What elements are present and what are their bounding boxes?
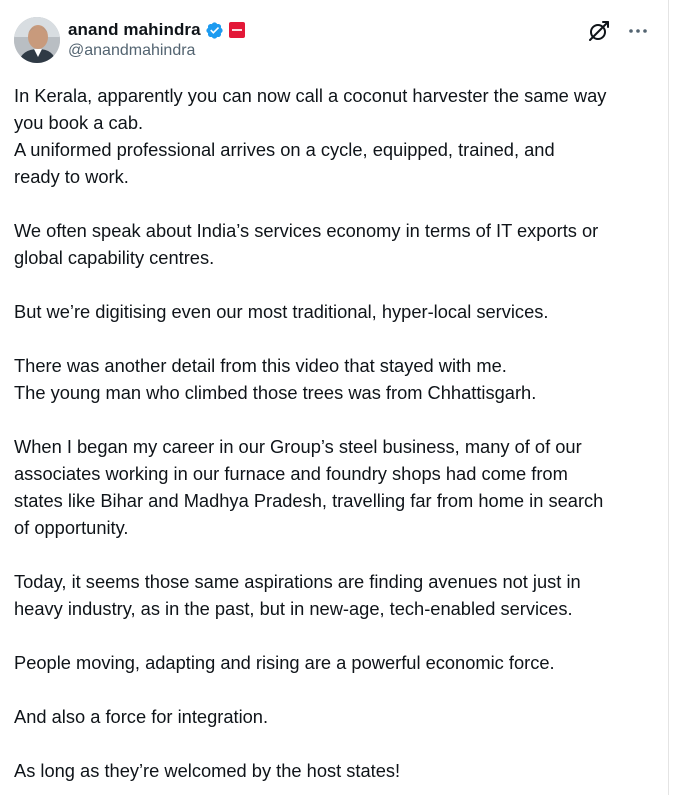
text-line: The young man who climbed those trees wa… [14, 382, 537, 403]
text-line: associates working in our furnace and fo… [14, 463, 568, 484]
paragraph: Today, it seems those same aspirations a… [14, 568, 662, 622]
post-header: anand mahindra @anandmahindra [14, 17, 659, 65]
text-line: A uniformed professional arrives on a cy… [14, 139, 555, 160]
text-line: When I began my career in our Group’s st… [14, 436, 582, 457]
text-line: In Kerala, apparently you can now call a… [14, 85, 607, 106]
paragraph: As long as they’re welcomed by the host … [14, 757, 662, 784]
paragraph: We often speak about India’s services ec… [14, 217, 662, 271]
paragraph: There was another detail from this video… [14, 352, 662, 406]
text-line: states like Bihar and Madhya Pradesh, tr… [14, 490, 604, 511]
avatar-image [14, 17, 60, 63]
text-line: ready to work. [14, 166, 129, 187]
text-line: heavy industry, as in the past, but in n… [14, 598, 573, 619]
text-line: of opportunity. [14, 517, 129, 538]
text-line: you book a cab. [14, 112, 144, 133]
paragraph: When I began my career in our Group’s st… [14, 433, 662, 541]
post-card: anand mahindra @anandmahindra In Kerala,… [0, 0, 669, 795]
text-line: Today, it seems those same aspirations a… [14, 571, 581, 592]
affiliate-badge-icon[interactable] [228, 22, 245, 38]
paragraph: And also a force for integration. [14, 703, 662, 730]
paragraph: People moving, adapting and rising are a… [14, 649, 662, 676]
text-line: global capability centres. [14, 247, 215, 268]
author-display-name[interactable]: anand mahindra [68, 20, 201, 40]
header-actions [587, 19, 649, 43]
text-line: We often speak about India’s services ec… [14, 220, 599, 241]
text-line: But we’re digitising even our most tradi… [14, 301, 549, 322]
name-row: anand mahindra [68, 19, 245, 41]
text-line: And also a force for integration. [14, 706, 269, 727]
grok-icon[interactable] [587, 19, 611, 43]
text-line: As long as they’re welcomed by the host … [14, 760, 401, 781]
avatar[interactable] [14, 17, 60, 63]
paragraph: But we’re digitising even our most tradi… [14, 298, 662, 325]
post-text: In Kerala, apparently you can now call a… [14, 82, 662, 811]
paragraph: In Kerala, apparently you can now call a… [14, 82, 662, 190]
text-line: People moving, adapting and rising are a… [14, 652, 555, 673]
author-names: anand mahindra @anandmahindra [68, 19, 245, 60]
text-line: There was another detail from this video… [14, 355, 507, 376]
verified-badge-icon [205, 21, 224, 40]
more-icon[interactable] [627, 20, 649, 42]
author-handle[interactable]: @anandmahindra [68, 42, 245, 60]
